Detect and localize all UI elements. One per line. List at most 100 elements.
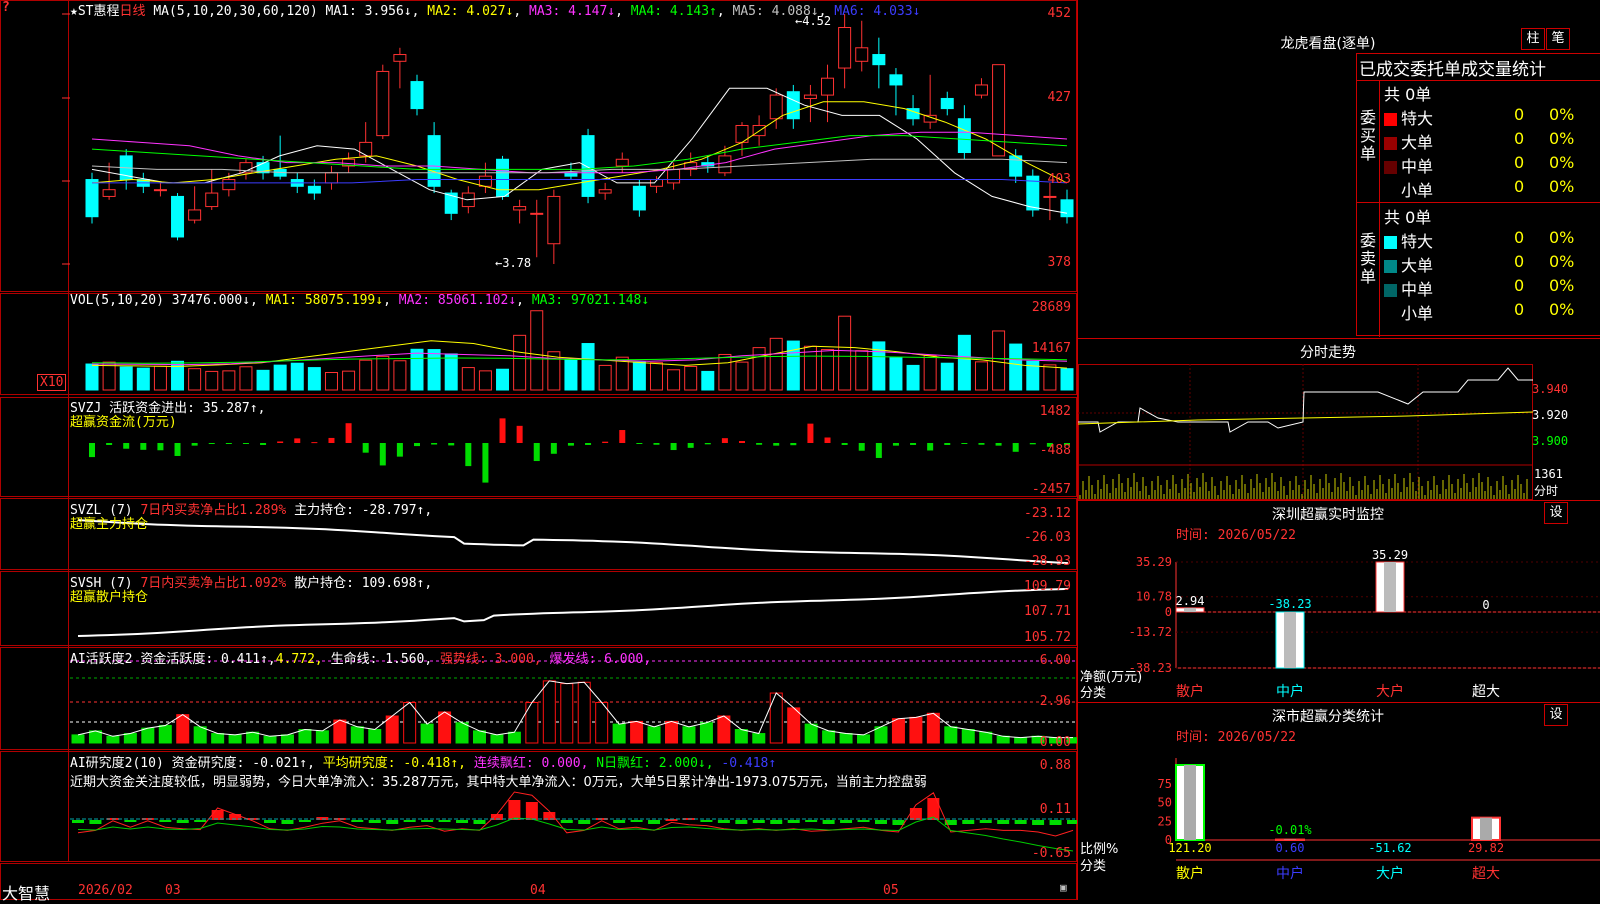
minute-title: 分时走势 bbox=[1228, 342, 1428, 362]
divider bbox=[1078, 500, 1600, 501]
bar-shade bbox=[1184, 608, 1196, 612]
activity-bar bbox=[613, 724, 625, 743]
ma4-value: MA4: 4.143↑ bbox=[631, 4, 717, 19]
close-marker[interactable]: ? bbox=[2, 0, 10, 15]
vol-ma3: MA3: 97021.148↓ bbox=[532, 293, 649, 308]
minute-price-line bbox=[1078, 368, 1533, 432]
price-axis-1: 452 bbox=[1011, 6, 1071, 21]
high-value: 4.52 bbox=[802, 14, 831, 28]
volume-bar bbox=[86, 364, 98, 390]
volume-bar bbox=[975, 362, 987, 390]
candle-body bbox=[86, 180, 98, 217]
activity-bar bbox=[456, 723, 468, 743]
activity-bar bbox=[962, 730, 974, 744]
color-swatch bbox=[1384, 236, 1397, 249]
vol-axis-2: 14167 bbox=[1011, 341, 1071, 356]
activity-bar bbox=[805, 724, 817, 743]
category-label: 散户 bbox=[1176, 865, 1204, 882]
research-bar bbox=[386, 820, 398, 824]
date-label-4: 05 bbox=[883, 883, 899, 898]
bar-value-label: 29.82 bbox=[1468, 841, 1504, 855]
bar-mode-button[interactable]: 柱 bbox=[1521, 28, 1545, 50]
order-type: 中单 bbox=[1401, 157, 1433, 176]
fund-flow-bar bbox=[636, 443, 642, 444]
activity-bar bbox=[316, 731, 328, 743]
fund-flow-bar bbox=[260, 443, 266, 445]
research-bar bbox=[526, 802, 538, 820]
order-volume: 0 bbox=[1514, 153, 1524, 172]
minute-chart[interactable] bbox=[1078, 362, 1600, 502]
fund-flow-bar bbox=[226, 443, 232, 444]
volume-bar bbox=[787, 341, 799, 390]
volume-bar bbox=[206, 371, 218, 390]
date-label-1: 2026/02 bbox=[78, 883, 133, 898]
ma-line bbox=[92, 180, 1067, 183]
fund-flow-bar bbox=[756, 443, 762, 445]
fund-flow-bar bbox=[534, 443, 540, 461]
candle-body bbox=[223, 180, 235, 190]
lock-icon[interactable]: ▣ bbox=[1060, 881, 1067, 894]
ai2-a: 资金研究度: -0.021↑, bbox=[172, 756, 315, 771]
volume-bar bbox=[924, 356, 936, 390]
vol-unit: X10 bbox=[37, 374, 66, 391]
minute-vol-label: 分时 bbox=[1534, 482, 1558, 499]
research-bar bbox=[473, 820, 485, 824]
order-percent: 0% bbox=[1549, 276, 1574, 295]
research-bar bbox=[770, 820, 782, 824]
activity-bar bbox=[124, 734, 136, 743]
candle-body bbox=[531, 213, 543, 214]
ai1-e: 爆发线: 6.000, bbox=[549, 652, 651, 667]
sz-monitor-bar bbox=[1176, 608, 1204, 612]
activity-bar bbox=[561, 684, 573, 743]
low-value: 3.78 bbox=[502, 256, 531, 270]
research-bar bbox=[892, 820, 904, 825]
sz-monitor-bar-chart: 35.2910.780-13.72-38.232.94散户-38.23中户35.… bbox=[1078, 540, 1600, 702]
axis-tick-label: 25 bbox=[1158, 814, 1172, 828]
main-chart-area[interactable]: ★ST惠程日线 MA(5,10,20,30,60,120) MA1: 3.956… bbox=[0, 0, 1077, 900]
candle-body bbox=[719, 156, 731, 173]
ai2-legend: AI研究度2(10) 资金研究度: -0.021↑, 平均研究度: -0.418… bbox=[70, 752, 776, 771]
activity-bar bbox=[753, 734, 765, 743]
sell-side-label: 委卖单 bbox=[1360, 232, 1376, 286]
order-volume: 0 bbox=[1514, 300, 1524, 319]
research-bar bbox=[1067, 820, 1077, 824]
ai2-d: N日飘红: 2.000↓, bbox=[596, 756, 713, 771]
order-type: 大单 bbox=[1401, 256, 1433, 275]
svzj-sub: 超赢资金流(万元) bbox=[70, 411, 177, 430]
candle-body bbox=[770, 95, 782, 119]
divider bbox=[1379, 80, 1380, 337]
volume-bar bbox=[890, 358, 902, 390]
activity-bar bbox=[945, 727, 957, 743]
tick-mode-button[interactable]: 笔 bbox=[1546, 28, 1570, 50]
svzl-ratio: 7日内买卖净占比1.289% bbox=[140, 503, 286, 518]
volume-bar bbox=[599, 365, 611, 390]
activity-bar bbox=[700, 723, 712, 743]
ai1-axis-2: 2.96 bbox=[1011, 694, 1071, 709]
order-row: 小单00% bbox=[1384, 300, 1600, 322]
volume-bar bbox=[958, 335, 970, 390]
bar-value-label: 2.94 bbox=[1176, 594, 1205, 608]
volume-bar bbox=[103, 362, 115, 390]
order-row: 中单00% bbox=[1384, 276, 1600, 298]
volume-bar bbox=[531, 311, 543, 390]
research-bar bbox=[404, 820, 416, 822]
research-bar bbox=[578, 820, 590, 824]
candle-body bbox=[360, 142, 372, 156]
research-bar bbox=[997, 820, 1009, 824]
fund-flow-bar bbox=[842, 443, 848, 445]
activity-bar bbox=[72, 735, 84, 743]
sz-monitor-settings-button[interactable]: 设 bbox=[1544, 502, 1568, 524]
fund-flow-bar bbox=[910, 443, 916, 445]
color-swatch bbox=[1384, 185, 1397, 198]
main-position-line bbox=[78, 520, 1068, 563]
sz-class-settings-button[interactable]: 设 bbox=[1544, 704, 1568, 726]
high-annotation: ←4.52 bbox=[795, 14, 831, 28]
candle-body bbox=[668, 169, 680, 183]
fund-flow-bar bbox=[688, 443, 694, 448]
minute-price-1: 3.940 bbox=[1532, 382, 1568, 396]
activity-bar bbox=[823, 731, 835, 743]
fund-flow-bar bbox=[294, 438, 300, 443]
volume-bar bbox=[650, 363, 662, 390]
axis-tick-label: 75 bbox=[1158, 777, 1172, 791]
ai1-b: 4.772, bbox=[276, 652, 323, 667]
